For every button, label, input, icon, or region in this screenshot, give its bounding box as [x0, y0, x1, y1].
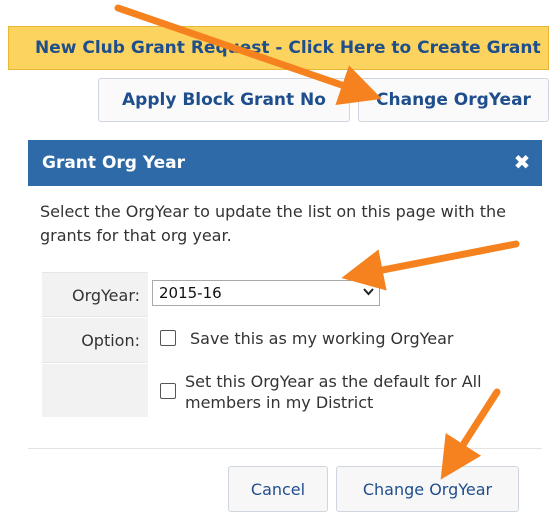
change-orgyear-button[interactable]: Change OrgYear	[336, 466, 519, 512]
orgyear-select[interactable]: 2015-16	[152, 280, 380, 306]
apply-block-grant-button[interactable]: Apply Block Grant No	[98, 78, 350, 122]
default-orgyear-checkbox[interactable]	[160, 383, 176, 399]
working-orgyear-label[interactable]: Save this as my working OrgYear	[190, 328, 453, 349]
cancel-button[interactable]: Cancel	[228, 466, 328, 512]
dialog-titlebar: Grant Org Year	[28, 140, 542, 186]
orgyear-select-value: 2015-16	[159, 284, 222, 302]
dialog-title: Grant Org Year	[42, 153, 186, 173]
chevron-down-icon	[363, 281, 374, 305]
new-grant-request-banner[interactable]: New Club Grant Request - Click Here to C…	[8, 26, 549, 70]
footer-divider	[28, 448, 542, 449]
grant-org-year-dialog: Grant Org Year ✖ Select the OrgYear to u…	[28, 140, 542, 514]
default-orgyear-label[interactable]: Set this OrgYear as the default for All …	[185, 371, 525, 413]
working-orgyear-checkbox[interactable]	[160, 330, 176, 346]
option-label: Option:	[42, 318, 148, 363]
option-label-spacer	[42, 364, 148, 417]
close-icon[interactable]: ✖	[512, 152, 532, 172]
dialog-instructions: Select the OrgYear to update the list on…	[40, 202, 506, 245]
orgyear-label: OrgYear:	[42, 272, 148, 317]
change-orgyear-top-button[interactable]: Change OrgYear	[358, 78, 549, 122]
